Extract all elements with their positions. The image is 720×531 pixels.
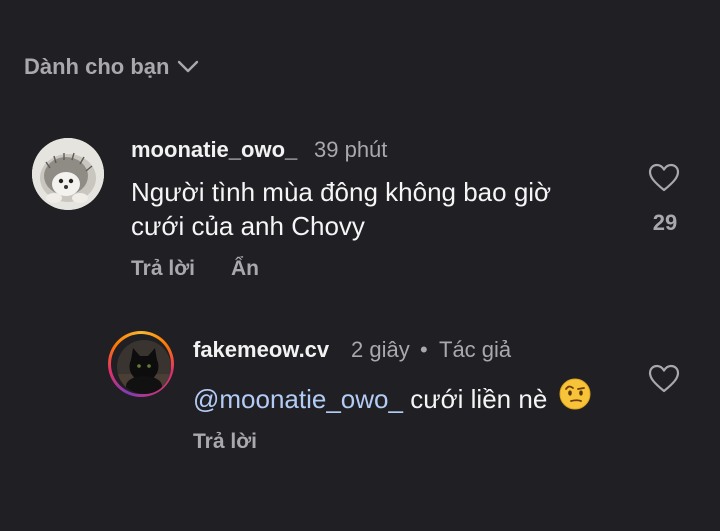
reply-text-line: @moonatie_owo_ cưới liền nè bbox=[193, 378, 633, 421]
comment-time: 39 phút bbox=[314, 137, 388, 162]
reply-username[interactable]: fakemeow.cv bbox=[193, 337, 329, 363]
comment-sort-dropdown[interactable]: Dành cho bạn bbox=[24, 54, 199, 80]
chevron-down-icon bbox=[178, 60, 199, 73]
reply-time: 2 giây bbox=[351, 337, 410, 362]
like-count: 29 bbox=[652, 210, 678, 235]
mention-link[interactable]: @moonatie_owo_ bbox=[193, 384, 403, 414]
comment-sort-label: Dành cho bạn bbox=[24, 54, 170, 79]
black-cat-avatar-icon bbox=[117, 340, 171, 394]
heart-icon bbox=[648, 364, 680, 393]
comment-username[interactable]: moonatie_owo_ bbox=[131, 137, 297, 163]
reply-text: cưới liền nè bbox=[410, 383, 548, 414]
like-button[interactable] bbox=[648, 163, 680, 198]
meta-separator: • bbox=[420, 337, 428, 362]
heart-icon bbox=[648, 163, 680, 192]
avatar-story-ring[interactable] bbox=[108, 331, 174, 397]
comment-text: Người tình mùa đông không bao giờ cưới c… bbox=[131, 177, 552, 241]
face-with-raised-eyebrow-emoji-icon bbox=[559, 378, 591, 418]
reply-button[interactable]: Trả lời bbox=[131, 257, 195, 281]
avatar[interactable] bbox=[32, 138, 104, 210]
like-button[interactable] bbox=[648, 364, 680, 399]
author-badge: Tác giả bbox=[439, 337, 512, 362]
hedgehog-avatar-icon bbox=[32, 138, 104, 210]
comments-panel: Dành cho bạn moonatie_owo_ 39 phút Người… bbox=[0, 0, 720, 531]
hide-button[interactable]: Ẩn bbox=[231, 257, 259, 281]
avatar bbox=[117, 340, 171, 394]
reply-button[interactable]: Trả lời bbox=[193, 430, 257, 454]
